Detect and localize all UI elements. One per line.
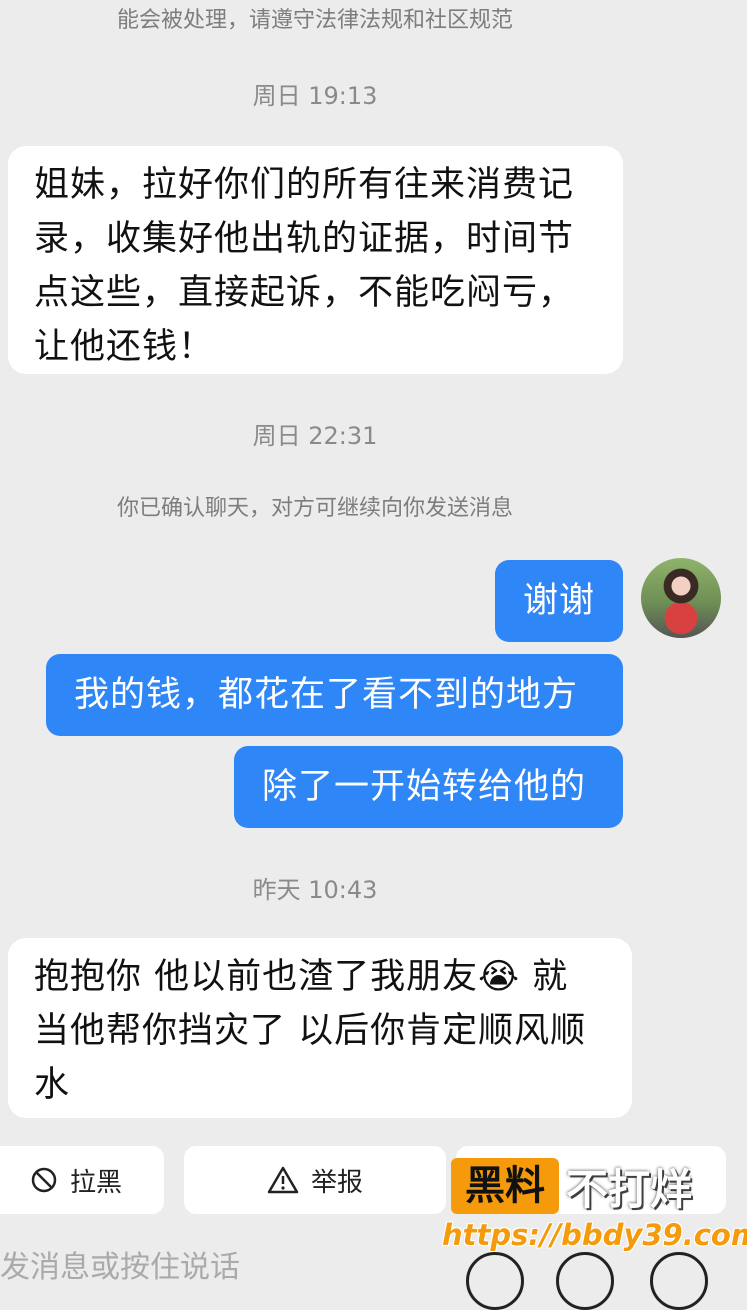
report-button[interactable]: 举报: [184, 1146, 446, 1214]
avatar[interactable]: [641, 558, 721, 638]
message-line: 抱抱你 他以前也渣了我朋友😭 就: [34, 957, 569, 997]
message-line: 让他还钱！: [34, 327, 215, 367]
message-line: 姐妹，拉好你们的所有往来消费记: [34, 165, 575, 205]
block-icon: [31, 1167, 57, 1193]
timestamp: 周日 22:31: [252, 422, 378, 450]
outgoing-message[interactable]: 谢谢: [495, 560, 623, 642]
warning-icon: [267, 1166, 299, 1194]
message-input[interactable]: 发消息或按住说话: [0, 1242, 240, 1286]
message-line: 水: [34, 1065, 71, 1105]
message-line: 当他帮你挡灾了 以后你肯定顺风顺: [34, 1011, 587, 1051]
block-label: 拉黑: [69, 1167, 122, 1198]
plus-icon[interactable]: [650, 1252, 708, 1310]
incoming-message[interactable]: 姐妹，拉好你们的所有往来消费记 录，收集好他出轨的证据，时间节 点这些，直接起诉…: [8, 146, 623, 374]
system-notice-confirm: 你已确认聊天，对方可继续向你发送消息: [116, 496, 513, 521]
outgoing-message[interactable]: 除了一开始转给他的: [234, 746, 623, 828]
emoji-icon[interactable]: [556, 1252, 614, 1310]
timestamp: 昨天 10:43: [252, 876, 378, 904]
report-label: 举报: [310, 1167, 363, 1198]
message-line: 点这些，直接起诉，不能吃闷亏，: [34, 273, 575, 313]
outgoing-message[interactable]: 我的钱，都花在了看不到的地方: [46, 654, 623, 736]
system-notice-top: 能会被处理，请遵守法律法规和社区规范: [116, 8, 513, 33]
watermark-badge: 黑料: [451, 1158, 559, 1214]
timestamp: 周日 19:13: [252, 82, 378, 110]
voice-icon[interactable]: [466, 1252, 524, 1310]
incoming-message[interactable]: 抱抱你 他以前也渣了我朋友😭 就 当他帮你挡灾了 以后你肯定顺风顺 水: [8, 938, 632, 1118]
block-button[interactable]: 拉黑: [0, 1146, 164, 1214]
watermark-text: 不打烊: [566, 1165, 693, 1214]
message-line: 录，收集好他出轨的证据，时间节: [34, 219, 575, 259]
watermark-url: https://bbdy39.com: [442, 1218, 747, 1252]
